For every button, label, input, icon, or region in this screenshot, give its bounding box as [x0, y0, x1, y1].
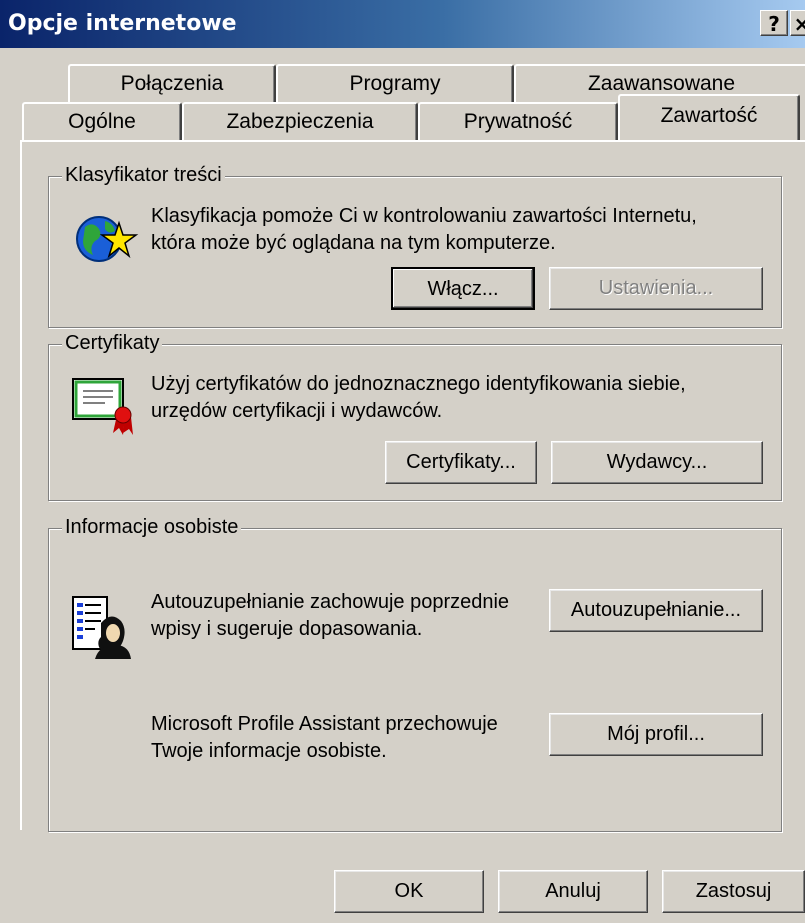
content-advisor-title: Klasyfikator treści: [62, 164, 225, 187]
close-button[interactable]: ×: [790, 10, 805, 36]
content-advisor-desc-1: Klasyfikacja pomoże Ci w kontrolowaniu z…: [151, 205, 697, 227]
certificates-title: Certyfikaty: [62, 332, 163, 355]
certificate-icon: [72, 378, 133, 435]
personal-info-group: Informacje osobiste Autouzupełnianie zac…: [48, 516, 782, 832]
certificates-button[interactable]: Certyfikaty...: [385, 441, 537, 484]
content-advisor-group: Klasyfikator treści Klasyfikacja pomoże …: [48, 164, 782, 328]
tab-zabezpieczenia[interactable]: Zabezpieczenia: [182, 102, 418, 140]
globe-star-icon: [76, 216, 139, 262]
cancel-button[interactable]: Anuluj: [498, 870, 648, 913]
certificates-group: Certyfikaty Użyj certyfikatów do jednozn…: [48, 332, 782, 501]
profile-desc-1: Microsoft Profile Assistant przechowuje: [151, 713, 498, 735]
window-title: Opcje internetowe: [8, 11, 237, 36]
personal-info-title: Informacje osobiste: [62, 516, 242, 539]
publishers-button[interactable]: Wydawcy...: [551, 441, 763, 484]
help-button[interactable]: ?: [760, 10, 788, 36]
ok-button[interactable]: OK: [334, 870, 484, 913]
autocomplete-button[interactable]: Autouzupełnianie...: [549, 589, 763, 632]
tab-programy[interactable]: Programy: [276, 64, 514, 102]
enable-button[interactable]: Włącz...: [391, 267, 535, 310]
content-panel: Klasyfikator treści Klasyfikacja pomoże …: [20, 140, 805, 832]
certificates-desc-1: Użyj certyfikatów do jednoznacznego iden…: [151, 373, 686, 395]
tab-ogolne[interactable]: Ogólne: [22, 102, 182, 140]
profile-desc-2: Twoje informacje osobiste.: [151, 740, 387, 762]
autocomplete-desc-2: wpisy i sugeruje dopasowania.: [151, 618, 423, 640]
tab-zawartosc[interactable]: Zawartość: [618, 94, 800, 140]
content-advisor-desc-2: która może być oglądana na tym komputerz…: [151, 232, 556, 254]
tab-polaczenia[interactable]: Połączenia: [68, 64, 276, 102]
profile-card-icon: [72, 596, 131, 659]
apply-button[interactable]: Zastosuj: [662, 870, 805, 913]
certificates-desc-2: urzędów certyfikacji i wydawców.: [151, 400, 443, 422]
my-profile-button[interactable]: Mój profil...: [549, 713, 763, 756]
autocomplete-desc-1: Autouzupełnianie zachowuje poprzednie: [151, 591, 510, 613]
settings-button: Ustawienia...: [549, 267, 763, 310]
tab-prywatnosc[interactable]: Prywatność: [418, 102, 618, 140]
title-bar: Opcje internetowe ? ×: [0, 0, 805, 48]
